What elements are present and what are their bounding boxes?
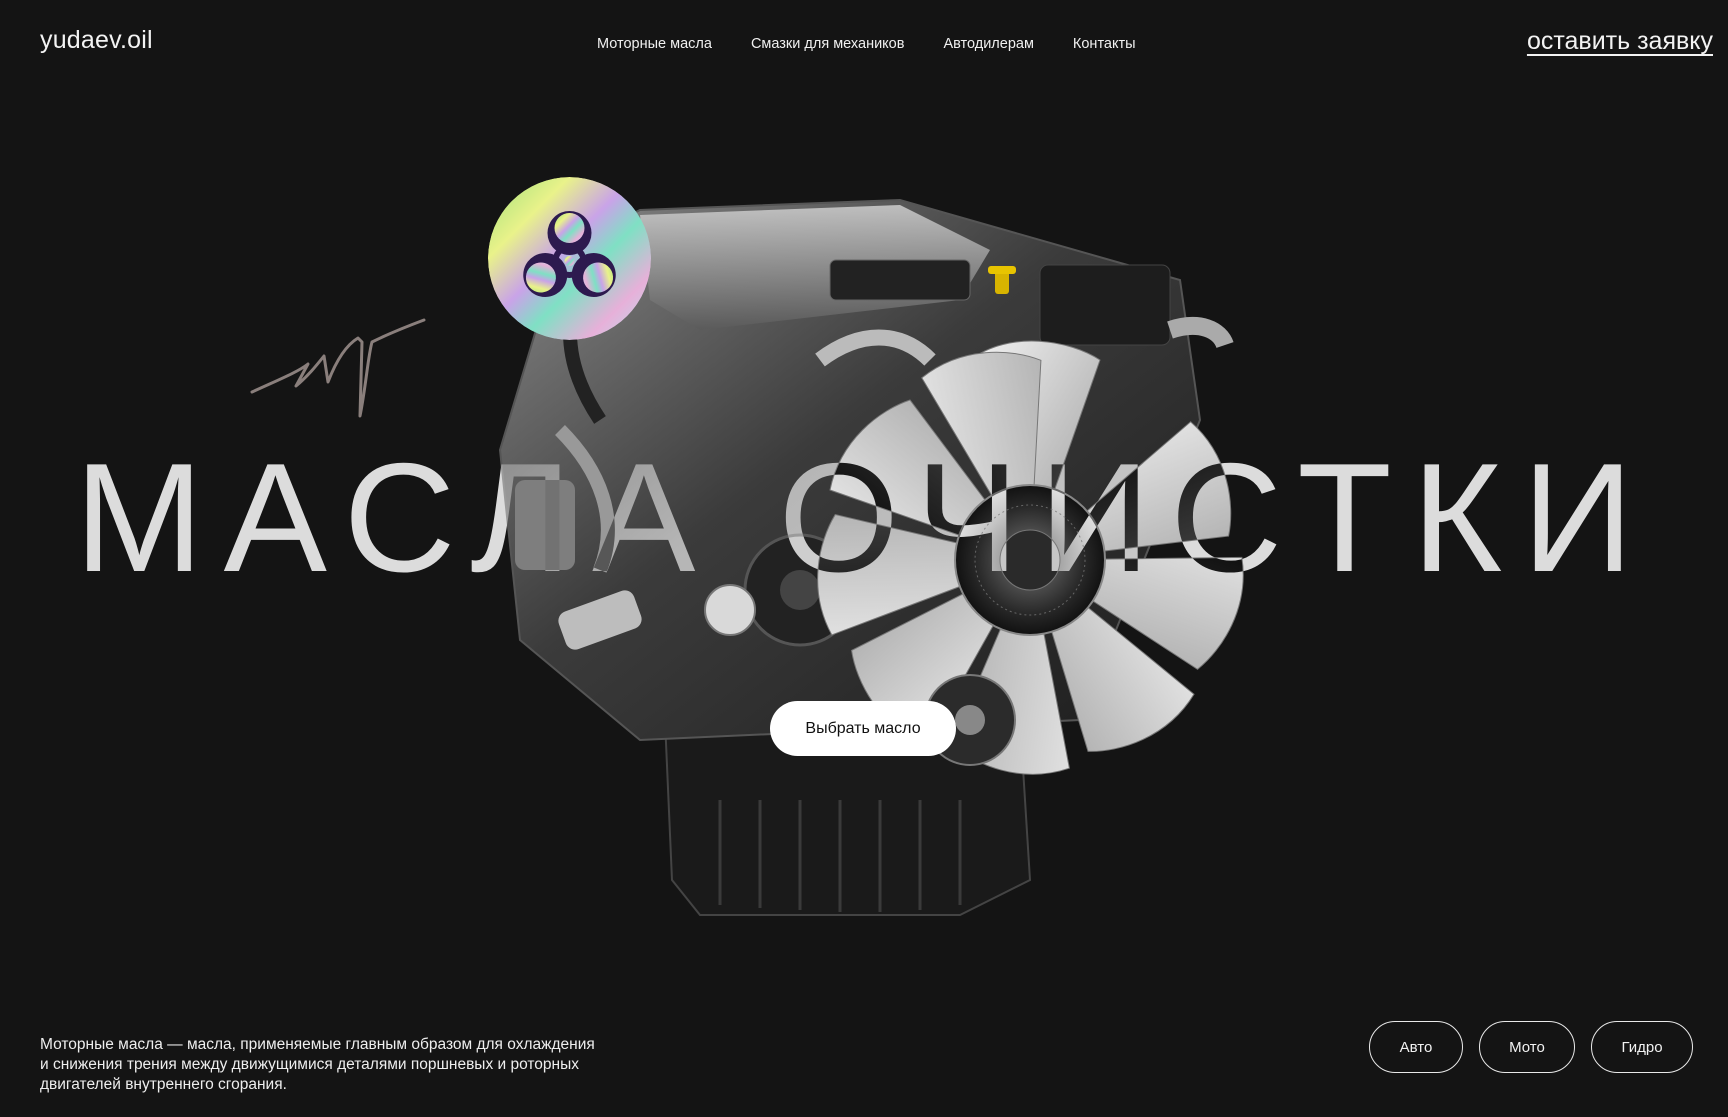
nav-item-dealers[interactable]: Автодилерам — [943, 36, 1033, 52]
hero-title: МАСЛА ОЧИСТКИ — [74, 431, 1654, 604]
choose-oil-button[interactable]: Выбрать масло — [770, 701, 956, 756]
main-nav: Моторные масла Смазки для механиков Авто… — [597, 36, 1136, 52]
category-hydro-button[interactable]: Гидро — [1591, 1021, 1693, 1073]
nav-item-motor-oils[interactable]: Моторные масла — [597, 36, 712, 52]
category-auto-button[interactable]: Авто — [1369, 1021, 1463, 1073]
category-buttons: Авто Мото Гидро — [1353, 1021, 1693, 1073]
nav-item-contacts[interactable]: Контакты — [1073, 36, 1136, 52]
category-moto-button[interactable]: Мото — [1479, 1021, 1575, 1073]
signature-icon — [250, 318, 426, 418]
description-text: Моторные масла — масла, применяемые глав… — [40, 1036, 595, 1093]
biohazard-badge — [488, 177, 651, 340]
logo[interactable]: yudaev.oil — [40, 26, 153, 55]
site-header: yudaev.oil Моторные масла Смазки для мех… — [0, 0, 1728, 90]
request-link[interactable]: оставить заявку — [1527, 27, 1713, 56]
nav-item-lubricants[interactable]: Смазки для механиков — [751, 36, 905, 52]
